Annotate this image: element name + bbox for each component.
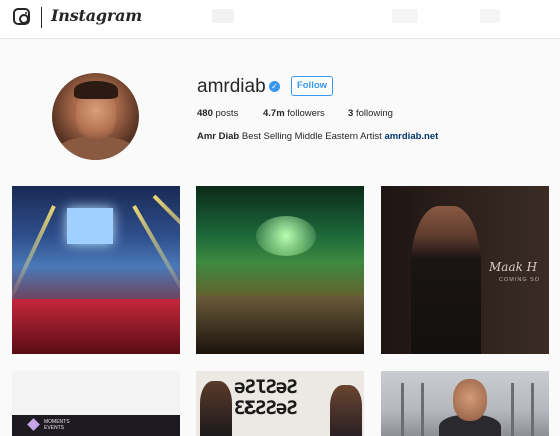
stage-screen [67,208,113,244]
followers-stat[interactable]: 4.7m followers [263,108,325,119]
post-thumbnail-concert-stage[interactable] [12,186,180,354]
following-label: following [355,108,393,119]
avatar-hair [74,81,118,99]
following-count: 3 [348,108,354,119]
profile-bio: Amr Diab Best Selling Middle Eastern Art… [197,131,438,142]
top-navigation-bar: Instagram [0,0,560,39]
moments-brand-text: MOMENTS EVENTS [44,419,70,431]
gym-rack [531,383,534,436]
posts-stat: 480 posts [197,108,238,119]
avatar-shoulders [56,137,136,160]
followers-count: 4.7m [263,108,285,119]
tile-script-text: Maak H [489,260,538,274]
posts-label: posts [215,108,239,119]
tile-caption-text: COMING SO [499,277,541,283]
search-placeholder-ghost [212,9,234,23]
post-thumbnail-moments-events[interactable]: MOMENTS EVENTS [12,371,180,436]
stage-light-beam [132,205,180,303]
followers-label: followers [287,108,325,119]
following-stat[interactable]: 3 following [348,108,393,119]
bio-text: Best Selling Middle Eastern Artist [241,131,382,142]
person-head [453,379,487,421]
stage-light-beam [12,205,56,307]
post-thumbnail-coming-soon[interactable]: Maak H COMING SO [381,186,549,354]
profile-avatar[interactable] [52,73,139,160]
post-thumbnail-gym[interactable] [381,371,549,436]
green-stage-glow [256,216,316,256]
person-figure-right [330,385,362,436]
person-figure-left [200,381,232,436]
post-thumbnail-newspaper[interactable]: ǝƧƖƧǝƧ ƐƸƧƧǝƧ [196,371,364,436]
headline-glyphs: ǝƧƖƧǝƧ ƐƸƧƧǝƧ [234,376,298,419]
portrait-figure [411,206,481,354]
verified-badge-icon: ✓ [269,81,280,92]
moments-brand-subline: EVENTS [44,425,65,431]
nav-ghost [392,9,418,23]
nav-ghost [480,9,500,23]
camera-icon[interactable] [13,8,30,25]
instagram-wordmark[interactable]: Instagram [51,6,142,25]
bio-name: Amr Diab [197,131,240,142]
audience-crowd [196,296,364,354]
post-thumbnail-green-stage[interactable] [196,186,364,354]
profile-username: amrdiab [197,76,266,97]
gym-rack [401,383,404,436]
gym-rack [511,383,514,436]
follow-button[interactable]: Follow [291,76,333,96]
nav-divider [41,7,42,28]
posts-count: 480 [197,108,213,119]
gym-rack [421,383,424,436]
concert-crowd [12,299,180,354]
bio-link[interactable]: amrdiab.net [384,131,438,142]
